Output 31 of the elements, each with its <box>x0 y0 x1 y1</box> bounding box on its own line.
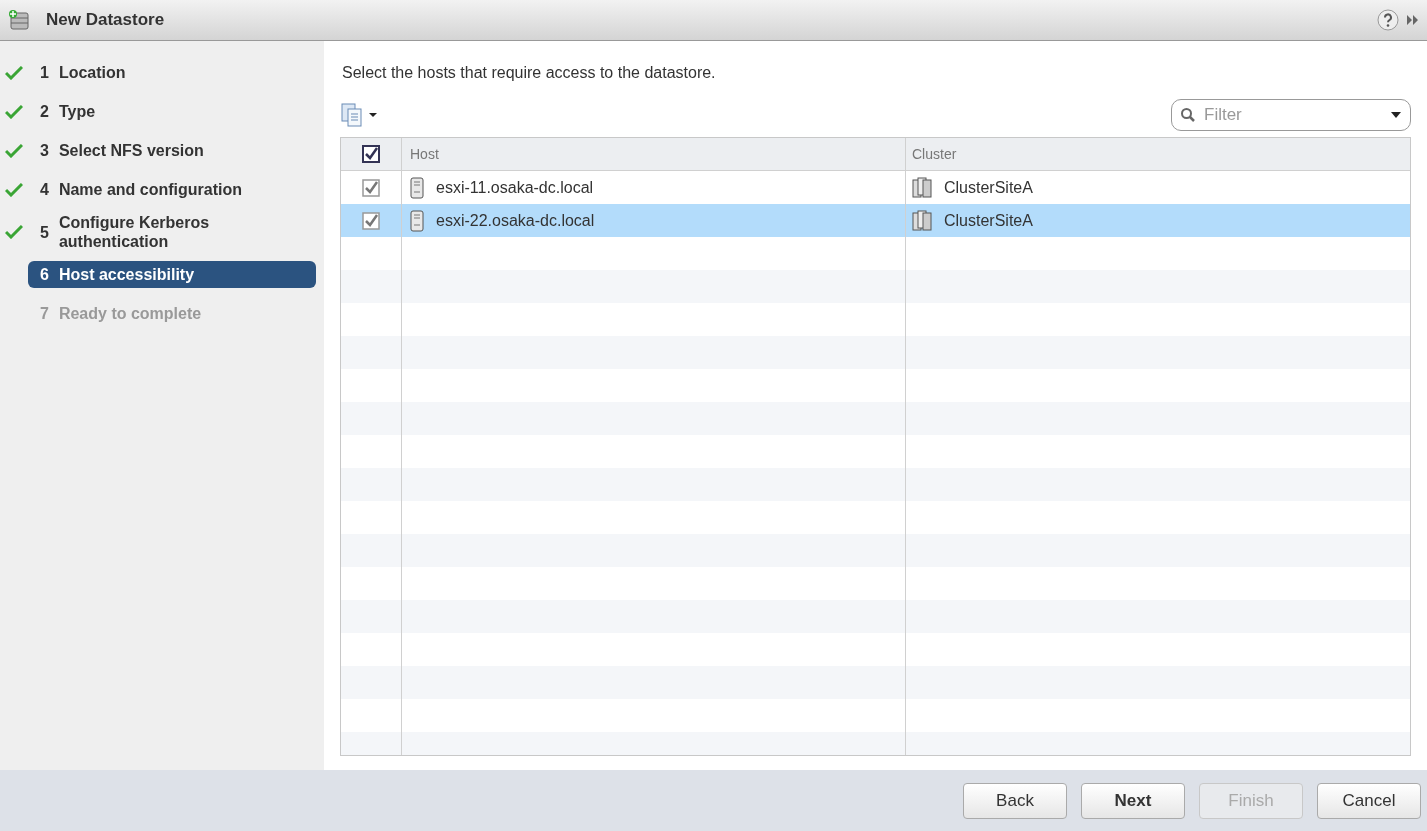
cluster-icon <box>912 209 932 232</box>
column-header[interactable]: Host <box>410 143 439 165</box>
database-icon <box>8 9 30 31</box>
wizard-step[interactable]: 3 Select NFS version <box>28 136 316 165</box>
instruction-text: Select the hosts that require access to the datastore. <box>342 63 717 83</box>
host-name: esxi-11.osaka-dc.local <box>436 177 594 198</box>
wizard-button[interactable]: Back <box>963 782 1067 819</box>
help-icon[interactable] <box>1377 9 1399 31</box>
server-icon <box>410 176 424 199</box>
table-row[interactable]: esxi-22.osaka-dc.local ClusterSiteA <box>341 204 1410 237</box>
wizard-step[interactable]: 6 Host accessibility <box>28 261 316 289</box>
wizard-step[interactable]: 4 Name and configuration <box>28 175 316 204</box>
wizard-button[interactable]: Next <box>1081 782 1185 819</box>
window-title: New Datastore <box>46 9 165 32</box>
cluster-icon <box>912 176 932 199</box>
caret-icon[interactable] <box>1391 112 1401 118</box>
wizard-step[interactable]: 2 Type <box>28 97 316 126</box>
wizard-step[interactable]: 1 Location <box>28 58 316 87</box>
column-header[interactable]: Cluster <box>912 143 957 165</box>
checkbox[interactable] <box>362 178 380 197</box>
checkbox[interactable] <box>362 211 380 230</box>
copy-dropdown-icon[interactable] <box>340 102 380 128</box>
host-name: esxi-22.osaka-dc.local <box>436 210 595 231</box>
checkbox[interactable] <box>362 145 380 163</box>
cluster-name: ClusterSiteA <box>944 210 1033 231</box>
wizard-button[interactable]: Cancel <box>1317 782 1421 819</box>
cluster-name: ClusterSiteA <box>944 177 1033 198</box>
filter-field[interactable]: Filter <box>1171 99 1411 131</box>
search-icon <box>1180 107 1196 123</box>
server-icon <box>410 209 424 232</box>
fast-forward-icon[interactable] <box>1407 14 1419 26</box>
